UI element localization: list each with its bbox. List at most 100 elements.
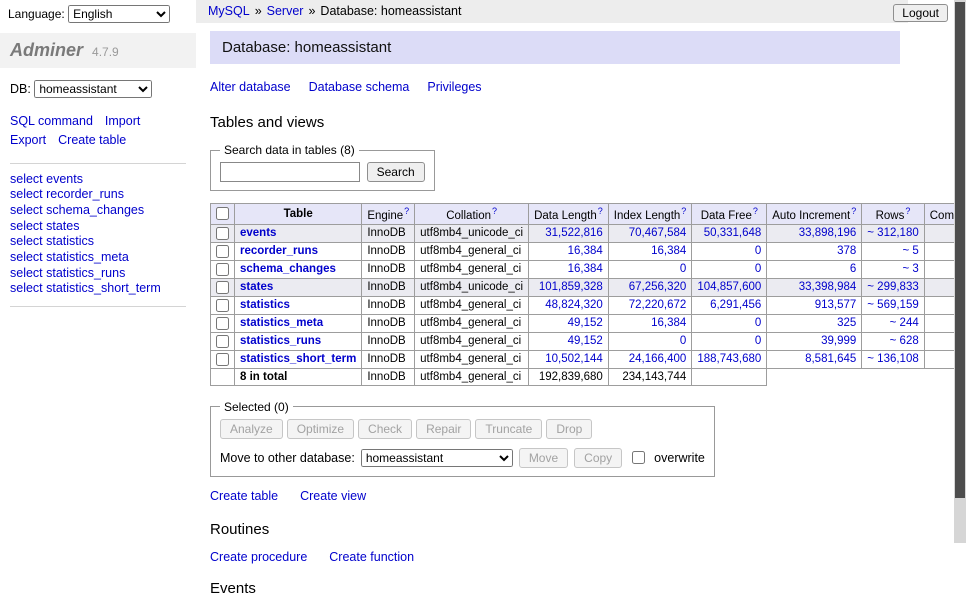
index-length-link[interactable]: 0 [680, 335, 686, 347]
data-length-link[interactable]: 101,859,328 [539, 281, 603, 293]
repair-button[interactable]: Repair [416, 419, 471, 439]
search-button[interactable]: Search [367, 162, 425, 182]
help-link[interactable]: ? [681, 206, 686, 216]
sidebar-select-statistics-runs[interactable]: select statistics_runs [10, 266, 186, 282]
row-checkbox[interactable] [216, 227, 229, 240]
analyze-button[interactable]: Analyze [220, 419, 283, 439]
sidebar-link-create-table[interactable]: Create table [58, 131, 126, 150]
sidebar-select-events[interactable]: select events [10, 172, 186, 188]
search-input[interactable] [220, 162, 360, 182]
rows-link[interactable]: ~ 569,159 [867, 299, 918, 311]
create-view-link[interactable]: Create view [300, 489, 366, 503]
index-length-link[interactable]: 0 [680, 263, 686, 275]
index-length-link[interactable]: 67,256,320 [629, 281, 687, 293]
rows-link[interactable]: ~ 312,180 [867, 227, 918, 239]
scrollbar-thumb[interactable] [955, 2, 965, 498]
auto-increment-link[interactable]: 39,999 [821, 335, 856, 347]
help-link[interactable]: ? [492, 206, 497, 216]
sidebar-link-export[interactable]: Export [10, 131, 46, 150]
auto-increment-link[interactable]: 378 [837, 245, 856, 257]
data-length-link[interactable]: 49,152 [568, 335, 603, 347]
data-free-link[interactable]: 0 [755, 245, 761, 257]
index-length-link[interactable]: 72,220,672 [629, 299, 687, 311]
data-length-link[interactable]: 10,502,144 [545, 353, 603, 365]
auto-increment-link[interactable]: 913,577 [815, 299, 857, 311]
auto-increment-link[interactable]: 325 [837, 317, 856, 329]
sidebar-select-statistics-short-term[interactable]: select statistics_short_term [10, 281, 186, 297]
table-name-link[interactable]: schema_changes [240, 263, 336, 275]
data-length-link[interactable]: 16,384 [568, 245, 603, 257]
rows-link[interactable]: ~ 136,108 [867, 353, 918, 365]
breadcrumb-link-mysql[interactable]: MySQL [208, 4, 250, 18]
check-button[interactable]: Check [358, 419, 412, 439]
row-checkbox[interactable] [216, 353, 229, 366]
create-procedure-link[interactable]: Create procedure [210, 550, 307, 564]
scrollbar[interactable] [954, 0, 966, 543]
row-checkbox[interactable] [216, 263, 229, 276]
help-link[interactable]: ? [851, 206, 856, 216]
row-checkbox[interactable] [216, 317, 229, 330]
data-free-link[interactable]: 104,857,600 [697, 281, 761, 293]
data-free-link[interactable]: 0 [755, 335, 761, 347]
data-free-link[interactable]: 188,743,680 [697, 353, 761, 365]
data-length-link[interactable]: 16,384 [568, 263, 603, 275]
select-all-checkbox[interactable] [216, 207, 229, 220]
privileges-link[interactable]: Privileges [427, 80, 481, 94]
optimize-button[interactable]: Optimize [287, 419, 354, 439]
data-free-link[interactable]: 0 [755, 317, 761, 329]
logout-button[interactable]: Logout [893, 4, 948, 22]
table-name-link[interactable]: statistics_runs [240, 335, 321, 347]
auto-increment-link[interactable]: 6 [850, 263, 856, 275]
sidebar-link-import[interactable]: Import [105, 112, 140, 131]
db-select[interactable]: homeassistant [34, 80, 152, 98]
auto-increment-link[interactable]: 33,898,196 [799, 227, 857, 239]
sidebar-select-statistics-meta[interactable]: select statistics_meta [10, 250, 186, 266]
help-link[interactable]: ? [404, 206, 409, 216]
language-select[interactable]: English [68, 5, 170, 23]
move-db-select[interactable]: homeassistant [361, 449, 513, 467]
sidebar-select-recorder-runs[interactable]: select recorder_runs [10, 187, 186, 203]
create-table-link[interactable]: Create table [210, 489, 278, 503]
copy-button[interactable]: Copy [574, 448, 622, 468]
auto-increment-link[interactable]: 8,581,645 [805, 353, 856, 365]
table-name-link[interactable]: recorder_runs [240, 245, 318, 257]
index-length-link[interactable]: 16,384 [651, 317, 686, 329]
help-link[interactable]: ? [598, 206, 603, 216]
sidebar-select-statistics[interactable]: select statistics [10, 234, 186, 250]
row-checkbox[interactable] [216, 299, 229, 312]
overwrite-checkbox[interactable] [632, 451, 645, 464]
data-free-link[interactable]: 0 [755, 263, 761, 275]
breadcrumb-link-server[interactable]: Server [267, 4, 304, 18]
index-length-link[interactable]: 16,384 [651, 245, 686, 257]
help-link[interactable]: ? [753, 206, 758, 216]
rows-link[interactable]: ~ 299,833 [867, 281, 918, 293]
sidebar-link-sql-command[interactable]: SQL command [10, 112, 93, 131]
table-name-link[interactable]: statistics_short_term [240, 353, 356, 365]
sidebar-select-states[interactable]: select states [10, 219, 186, 235]
row-checkbox[interactable] [216, 281, 229, 294]
alter-database-link[interactable]: Alter database [210, 80, 291, 94]
index-length-link[interactable]: 70,467,584 [629, 227, 687, 239]
truncate-button[interactable]: Truncate [475, 419, 542, 439]
table-name-link[interactable]: states [240, 281, 273, 293]
move-button[interactable]: Move [519, 448, 568, 468]
create-function-link[interactable]: Create function [329, 550, 414, 564]
help-link[interactable]: ? [905, 206, 910, 216]
data-free-link[interactable]: 6,291,456 [710, 299, 761, 311]
rows-link[interactable]: ~ 244 [890, 317, 919, 329]
table-name-link[interactable]: statistics_meta [240, 317, 323, 329]
row-checkbox[interactable] [216, 335, 229, 348]
drop-button[interactable]: Drop [546, 419, 592, 439]
rows-link[interactable]: ~ 5 [902, 245, 918, 257]
rows-link[interactable]: ~ 628 [890, 335, 919, 347]
data-length-link[interactable]: 49,152 [568, 317, 603, 329]
data-length-link[interactable]: 48,824,320 [545, 299, 603, 311]
data-length-link[interactable]: 31,522,816 [545, 227, 603, 239]
index-length-link[interactable]: 24,166,400 [629, 353, 687, 365]
row-checkbox[interactable] [216, 245, 229, 258]
table-name-link[interactable]: statistics [240, 299, 290, 311]
rows-link[interactable]: ~ 3 [902, 263, 918, 275]
data-free-link[interactable]: 50,331,648 [704, 227, 762, 239]
table-name-link[interactable]: events [240, 227, 276, 239]
sidebar-select-schema-changes[interactable]: select schema_changes [10, 203, 186, 219]
